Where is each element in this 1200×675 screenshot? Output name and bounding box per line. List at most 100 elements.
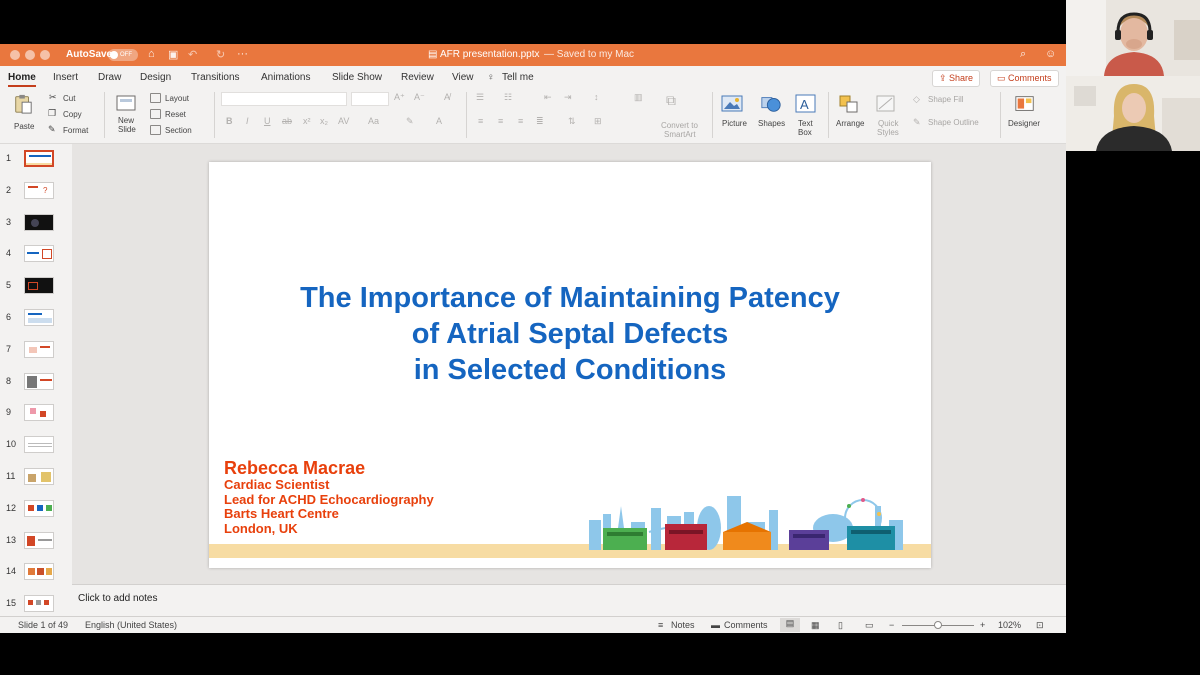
tab-design[interactable]: Design — [140, 72, 171, 83]
line-spacing-icon[interactable]: ↕ — [594, 92, 599, 102]
italic-icon[interactable]: I — [246, 116, 249, 126]
slide-thumbnail[interactable] — [24, 468, 54, 485]
slide-thumbnail[interactable] — [24, 213, 54, 231]
slide-title[interactable]: The Importance of Maintaining Patency of… — [209, 280, 931, 388]
notes-pane[interactable]: Click to add notes — [72, 584, 1066, 616]
current-slide[interactable]: The Importance of Maintaining Patency of… — [209, 162, 931, 568]
picture-button[interactable]: Picture — [718, 94, 754, 134]
tab-view[interactable]: View — [452, 72, 474, 83]
tab-animations[interactable]: Animations — [261, 72, 310, 83]
tab-slide-show[interactable]: Slide Show — [332, 72, 382, 83]
align-text-icon[interactable]: ⊞ — [594, 116, 602, 127]
align-center-icon[interactable]: ≡ — [498, 116, 503, 126]
tab-insert[interactable]: Insert — [53, 72, 78, 83]
slide-thumbnail[interactable] — [24, 531, 54, 549]
superscript-icon[interactable]: x² — [303, 116, 311, 126]
shape-outline-button[interactable]: Shape Outline — [928, 118, 979, 127]
slide-thumbnail[interactable] — [24, 309, 54, 326]
more-options-icon[interactable]: ··· — [237, 48, 248, 60]
change-case-icon[interactable]: Aa — [368, 116, 379, 126]
increase-font-icon[interactable]: A⁺ — [394, 92, 405, 103]
slide-thumbnail[interactable] — [24, 277, 54, 295]
decrease-indent-icon[interactable]: ⇤ — [544, 92, 552, 103]
tell-me-search[interactable]: Tell me — [502, 72, 534, 83]
bold-icon[interactable]: B — [226, 116, 233, 126]
comments-toggle[interactable]: Comments — [724, 620, 768, 630]
strikethrough-icon[interactable]: ab — [282, 116, 292, 126]
slide-thumbnail[interactable] — [24, 245, 54, 263]
new-slide-button[interactable]: New Slide — [112, 94, 142, 140]
tab-draw[interactable]: Draw — [98, 72, 121, 83]
slide-thumbnail[interactable] — [24, 563, 54, 581]
font-color-icon[interactable]: A — [436, 116, 442, 126]
text-direction-icon[interactable]: ⇅ — [568, 116, 576, 127]
layout-button[interactable]: Layout — [165, 94, 189, 103]
paste-button[interactable]: Paste — [12, 94, 36, 134]
undo-icon[interactable]: ↶ — [188, 48, 197, 61]
zoom-in-icon[interactable]: + — [980, 620, 985, 630]
font-size-dropdown[interactable] — [351, 92, 389, 106]
highlight-icon[interactable]: ✎ — [406, 116, 414, 127]
notes-toggle[interactable]: Notes — [671, 620, 695, 630]
slide-thumbnail[interactable] — [24, 340, 54, 358]
reading-view-icon[interactable]: ▯ — [838, 620, 843, 631]
zoom-slider-thumb[interactable] — [934, 621, 942, 629]
smartart-icon[interactable]: ⧉ — [666, 92, 676, 109]
columns-icon[interactable]: ▥ — [634, 92, 643, 103]
font-name-dropdown[interactable] — [221, 92, 347, 106]
slide-thumbnail[interactable] — [24, 499, 54, 517]
minimize-window-button[interactable] — [25, 50, 35, 60]
shapes-button[interactable]: Shapes — [757, 94, 791, 134]
shape-fill-button[interactable]: Shape Fill — [928, 95, 964, 104]
align-right-icon[interactable]: ≡ — [518, 116, 523, 126]
author-block[interactable]: Rebecca Macrae Cardiac Scientist Lead fo… — [224, 458, 434, 537]
share-button[interactable]: ⇪ Share — [932, 70, 981, 87]
redo-icon[interactable]: ↻ — [216, 48, 225, 61]
slide-sorter-icon[interactable]: ▦ — [811, 620, 820, 631]
video-tile-participant-2[interactable] — [1066, 76, 1200, 151]
arrange-button[interactable]: Arrange — [834, 94, 870, 134]
zoom-level[interactable]: 102% — [998, 620, 1021, 630]
language-indicator[interactable]: English (United States) — [85, 620, 177, 630]
search-icon[interactable]: ⌕ — [1020, 48, 1026, 61]
fit-slide-icon[interactable]: ⊡ — [1036, 620, 1044, 631]
zoom-window-button[interactable] — [40, 50, 50, 60]
bullets-icon[interactable]: ☰ — [476, 92, 484, 103]
decrease-font-icon[interactable]: A⁻ — [414, 92, 425, 103]
home-icon[interactable]: ⌂ — [148, 48, 155, 60]
comments-button[interactable]: ▭ Comments — [990, 70, 1059, 87]
slide-thumbnail[interactable]: ? — [24, 181, 54, 199]
tab-transitions[interactable]: Transitions — [191, 72, 240, 83]
align-left-icon[interactable]: ≡ — [478, 116, 483, 126]
increase-indent-icon[interactable]: ⇥ — [564, 92, 572, 103]
slide-thumbnail[interactable] — [24, 372, 54, 390]
save-icon[interactable]: ▣ — [168, 48, 178, 61]
zoom-out-icon[interactable]: − — [889, 620, 894, 630]
close-window-button[interactable] — [10, 50, 20, 60]
autosave-toggle[interactable]: OFF — [108, 49, 138, 61]
cut-button[interactable]: Cut — [63, 94, 75, 103]
slide-thumbnail[interactable] — [24, 150, 54, 167]
subscript-icon[interactable]: x₂ — [320, 116, 328, 126]
slide-thumbnail[interactable] — [24, 436, 54, 454]
video-tile-participant-1[interactable] — [1066, 0, 1200, 76]
char-spacing-icon[interactable]: AV — [338, 116, 349, 126]
account-icon[interactable]: ☺ — [1045, 48, 1056, 60]
format-painter-button[interactable]: Format — [63, 126, 88, 135]
normal-view-icon[interactable]: ▤ — [780, 618, 800, 632]
text-box-button[interactable]: A Text Box — [795, 94, 821, 140]
clear-format-icon[interactable]: A̸ — [444, 92, 450, 102]
section-button[interactable]: Section — [165, 126, 192, 135]
underline-icon[interactable]: U — [264, 116, 271, 126]
tab-home[interactable]: Home — [8, 72, 36, 87]
quick-styles-button[interactable]: Quick Styles — [873, 94, 907, 140]
slide-thumbnail[interactable] — [24, 404, 54, 422]
numbering-icon[interactable]: ☷ — [504, 92, 512, 103]
designer-button[interactable]: Designer — [1006, 94, 1046, 134]
slide-thumbnail[interactable] — [24, 595, 54, 613]
copy-button[interactable]: Copy — [63, 110, 82, 119]
reset-button[interactable]: Reset — [165, 110, 186, 119]
slide-show-icon[interactable]: ▭ — [865, 620, 874, 631]
tab-review[interactable]: Review — [401, 72, 434, 83]
justify-icon[interactable]: ≣ — [536, 116, 544, 127]
